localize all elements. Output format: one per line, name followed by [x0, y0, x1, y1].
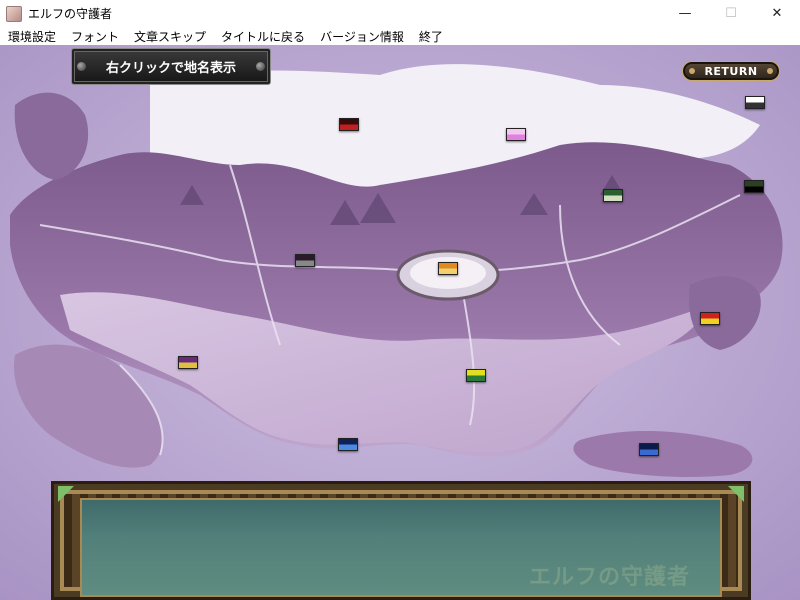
- flag-eastcoast-red[interactable]: [700, 312, 720, 325]
- menu-environment-settings[interactable]: 環境設定: [0, 28, 63, 45]
- flag-south-blue[interactable]: [338, 438, 358, 451]
- message-box[interactable]: エルフの守護者: [51, 481, 751, 600]
- corner-ornament-right-icon: [728, 486, 744, 502]
- flag-northeast-white[interactable]: [745, 96, 765, 109]
- place-name-hint-text: 右クリックで地名表示: [105, 61, 236, 76]
- flag-center-orange[interactable]: [438, 262, 458, 275]
- menu-return-to-title[interactable]: タイトルに戻る: [213, 28, 312, 45]
- flag-east-dark[interactable]: [744, 180, 764, 193]
- minimize-button[interactable]: —: [662, 0, 708, 27]
- maximize-button[interactable]: ☐: [708, 0, 754, 27]
- flag-west-dark[interactable]: [295, 254, 315, 267]
- menu-font[interactable]: フォント: [63, 28, 126, 45]
- return-button-label: RETURN: [704, 64, 758, 78]
- return-button-dot-right: [767, 68, 773, 74]
- rivet-left: [77, 62, 86, 71]
- close-button[interactable]: ✕: [754, 0, 800, 27]
- return-button[interactable]: RETURN: [682, 61, 780, 81]
- flag-north-pink[interactable]: [506, 128, 526, 141]
- return-button-dot-left: [689, 68, 695, 74]
- app-icon: [6, 5, 22, 22]
- title-bar[interactable]: エルフの守護者 — ☐ ✕: [0, 0, 800, 27]
- menu-bar: 環境設定 フォント 文章スキップ タイトルに戻る バージョン情報 終了: [0, 27, 800, 45]
- game-logo-watermark: エルフの守護者: [528, 564, 690, 590]
- window-title: エルフの守護者: [28, 7, 113, 21]
- flag-north-red[interactable]: [339, 118, 359, 131]
- menu-version-info[interactable]: バージョン情報: [312, 28, 411, 45]
- game-screen[interactable]: 右クリックで地名表示 RETURN エルフの守護者: [0, 45, 800, 600]
- flag-south-yellow[interactable]: [466, 369, 486, 382]
- flag-west-purple[interactable]: [178, 356, 198, 369]
- corner-ornament-left-icon: [58, 486, 74, 502]
- rivet-right: [256, 62, 265, 71]
- flag-southeast-blue[interactable]: [639, 443, 659, 456]
- flag-east-green[interactable]: [603, 189, 623, 202]
- menu-text-skip[interactable]: 文章スキップ: [126, 28, 213, 45]
- menu-exit[interactable]: 終了: [411, 28, 450, 45]
- place-name-hint-panel: 右クリックで地名表示: [71, 48, 271, 85]
- message-text-area[interactable]: エルフの守護者: [80, 498, 722, 597]
- window-controls: — ☐ ✕: [662, 0, 800, 27]
